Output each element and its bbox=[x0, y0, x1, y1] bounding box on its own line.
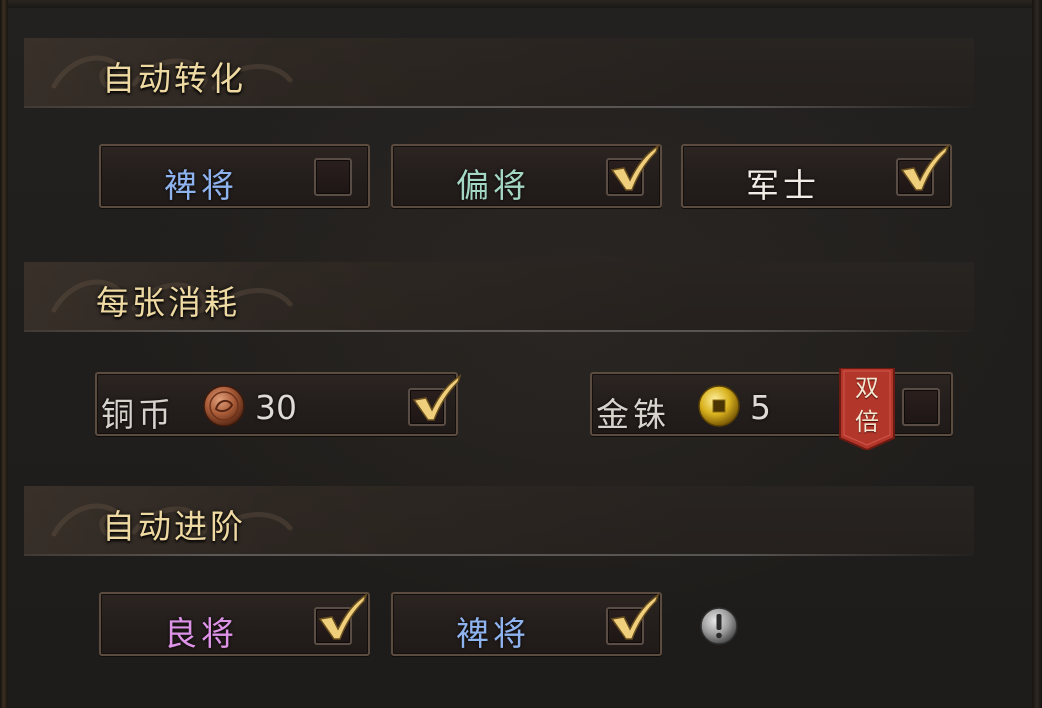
copper-coin-icon bbox=[203, 385, 245, 427]
checkmark-icon bbox=[900, 144, 950, 191]
gold-coin-icon bbox=[698, 385, 740, 427]
panel-frame-right bbox=[1032, 0, 1042, 708]
cost-amount: 5 bbox=[750, 388, 771, 427]
badge-text: 倍 bbox=[855, 408, 879, 436]
panel-frame-left bbox=[0, 0, 8, 708]
badge-text: 双 bbox=[855, 374, 879, 402]
checkbox-checked[interactable] bbox=[314, 593, 368, 645]
cost-amount: 30 bbox=[255, 388, 297, 427]
auto-advance-option-pijiang[interactable]: 裨将 bbox=[391, 592, 662, 656]
option-label: 裨将 bbox=[456, 614, 530, 653]
option-label: 偏将 bbox=[456, 166, 530, 205]
panel-frame-top bbox=[0, 0, 1042, 8]
cost-option-gold[interactable]: 金铢 5 双 倍 bbox=[590, 368, 953, 450]
auto-convert-option-pijiang[interactable]: 裨将 bbox=[99, 144, 370, 208]
option-label: 良将 bbox=[164, 614, 238, 653]
auto-advance-option-liangjiang[interactable]: 良将 bbox=[99, 592, 370, 656]
auto-convert-option-pianjiang[interactable]: 偏将 bbox=[391, 144, 662, 208]
checkbox-unchecked[interactable] bbox=[314, 158, 352, 196]
cost-label: 铜币 bbox=[101, 395, 175, 434]
section-title: 每张消耗 bbox=[96, 283, 240, 322]
option-label: 裨将 bbox=[164, 166, 238, 205]
section-header-auto-advance: 自动进阶 bbox=[24, 486, 974, 556]
section-header-cost-per-card: 每张消耗 bbox=[24, 262, 974, 332]
checkmark-icon bbox=[318, 593, 368, 640]
section-header-auto-convert: 自动转化 bbox=[24, 38, 974, 108]
section-title: 自动进阶 bbox=[102, 507, 246, 546]
auto-convert-option-junshi[interactable]: 军士 bbox=[681, 144, 952, 208]
checkmark-icon bbox=[610, 593, 660, 640]
checkmark-icon bbox=[610, 144, 660, 191]
settings-panel: 自动转化 裨将 偏将 军士 每张消耗 铜币 30 金铢 5 双 倍 自动进阶 良… bbox=[0, 0, 1042, 708]
checkbox-checked[interactable] bbox=[606, 144, 660, 196]
cost-option-copper[interactable]: 铜币 30 bbox=[95, 372, 462, 436]
checkbox-checked[interactable] bbox=[896, 144, 950, 196]
cost-label: 金铢 bbox=[596, 395, 670, 434]
checkbox-unchecked[interactable] bbox=[902, 388, 940, 426]
option-label: 军士 bbox=[746, 166, 820, 205]
section-title: 自动转化 bbox=[102, 59, 246, 98]
checkmark-icon bbox=[412, 374, 462, 421]
checkbox-checked[interactable] bbox=[606, 593, 660, 645]
exclamation-info-icon[interactable] bbox=[699, 606, 739, 646]
checkbox-checked[interactable] bbox=[408, 374, 462, 426]
